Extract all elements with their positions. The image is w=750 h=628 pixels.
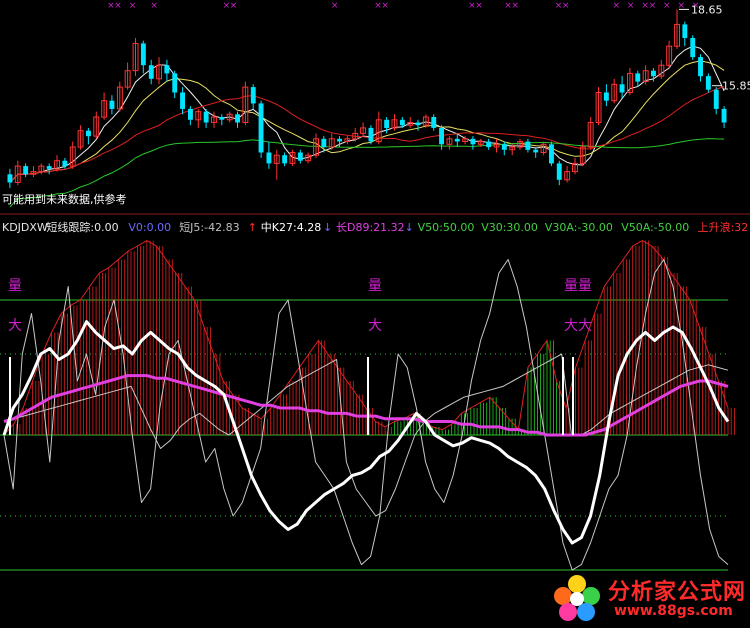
candle-body xyxy=(415,122,421,126)
candle-body xyxy=(603,92,609,101)
candle-body xyxy=(148,65,154,79)
top-signal-mark: × xyxy=(129,1,137,11)
candle-body xyxy=(180,92,185,109)
candle-body xyxy=(713,89,719,109)
top-signal-mark: × xyxy=(475,1,483,11)
candle-body xyxy=(384,119,390,128)
future-data-warning: 可能用到未来数据,供参考 xyxy=(2,192,127,206)
candle[interactable] xyxy=(258,100,264,158)
top-signal-mark: × xyxy=(613,1,621,11)
candle[interactable] xyxy=(368,125,374,145)
candle-body xyxy=(470,138,476,145)
signal-marker: 大 xyxy=(8,318,22,334)
candle-body xyxy=(46,166,52,169)
chart-background xyxy=(0,0,750,628)
candle-body xyxy=(203,111,209,123)
candle-body xyxy=(698,57,703,77)
candle-body xyxy=(635,73,641,82)
legend-short_j: 短J5:-42.83 xyxy=(179,220,239,234)
candle-body xyxy=(250,87,256,104)
candle-body xyxy=(533,149,539,153)
candle-body xyxy=(439,127,444,145)
candle-body xyxy=(164,65,170,74)
top-signal-mark: × xyxy=(381,1,389,11)
top-signal-mark: × xyxy=(114,1,122,11)
candle-body xyxy=(337,138,342,142)
candle-body xyxy=(454,138,460,142)
candle[interactable] xyxy=(549,141,554,167)
candle-body xyxy=(549,144,554,164)
candle-body xyxy=(525,141,531,150)
candle-body xyxy=(23,166,29,175)
candle-body xyxy=(431,117,437,128)
top-signal-mark: × xyxy=(150,1,158,11)
candle-body xyxy=(690,38,696,58)
candle-body xyxy=(235,114,240,123)
right-price-label: 15.85 xyxy=(722,80,750,93)
legend-v50a: V50A:-50.00 xyxy=(621,221,689,234)
candle[interactable] xyxy=(705,73,711,93)
legend-v0: V0:0.00 xyxy=(128,221,171,234)
top-signal-mark: × xyxy=(562,1,570,11)
candle[interactable] xyxy=(690,35,696,60)
signal-marker: 大大 xyxy=(564,318,592,334)
legend-up_wave: 上升浪:32 xyxy=(698,220,749,234)
candle-body xyxy=(172,73,178,93)
candle-body xyxy=(501,144,507,150)
candle-body xyxy=(140,43,146,66)
legend-long_d-arrow: ↓ xyxy=(405,221,414,234)
legend-mid_k: 中K27:4.28 xyxy=(261,221,321,234)
candle-body xyxy=(619,84,625,93)
stock-chart: ×××××××××××××××××××××× 18.65 15.85 可能用到未… xyxy=(0,0,750,628)
candle-body xyxy=(368,127,374,142)
candle-body xyxy=(721,108,727,123)
legend-v30a: V30A:-30.00 xyxy=(545,221,613,234)
candle-body xyxy=(258,103,264,153)
legend-v50: V50:50.00 xyxy=(418,221,475,234)
watermark: 分析家公式网 www.88gs.com xyxy=(548,572,746,624)
indicator-legend: KDJDXW短线跟踪:0.00 V0:0.00 短J5:-42.83 ↑ 中K27:4.… xyxy=(2,220,748,234)
candle-body xyxy=(486,141,492,148)
flower-logo-icon xyxy=(554,575,600,621)
legend-long_d: 长D89:21.32 xyxy=(336,221,405,234)
candle-body xyxy=(651,70,656,77)
candle-body xyxy=(188,108,193,120)
top-signal-mark: × xyxy=(331,1,339,11)
candle-body xyxy=(219,117,225,120)
top-signal-mark: × xyxy=(663,1,671,11)
high-price-label: 18.65 xyxy=(691,3,723,16)
watermark-url: www.88gs.com xyxy=(614,603,733,619)
top-signal-mark: × xyxy=(230,1,238,11)
top-signal-mark: × xyxy=(649,1,657,11)
top-signal-mark: × xyxy=(627,1,635,11)
candle-body xyxy=(297,152,303,161)
legend-mid_k-arrow: ↓ xyxy=(323,221,332,234)
watermark-title: 分析家公式网 xyxy=(608,580,747,605)
candle-body xyxy=(266,152,272,164)
legend-name: KDJDXW xyxy=(2,221,48,234)
candle-body xyxy=(399,119,405,126)
candle-body xyxy=(282,155,288,164)
signal-marker: 量 xyxy=(368,278,382,294)
candle-body xyxy=(682,24,688,38)
signal-marker: 量量 xyxy=(564,278,592,294)
candle-body xyxy=(705,76,711,90)
candle-body xyxy=(7,174,13,183)
top-signal-mark: × xyxy=(511,1,519,11)
candle-body xyxy=(62,160,68,167)
candle-body xyxy=(321,138,327,147)
legend-short_track: 短线跟踪:0.00 xyxy=(46,220,118,234)
candle-body xyxy=(556,163,562,180)
candle-body xyxy=(109,100,115,109)
legend-short_j-arrow: ↑ xyxy=(248,221,257,234)
signal-marker: 量 xyxy=(8,278,22,294)
candle-body xyxy=(86,130,91,137)
legend-v30: V30:30.00 xyxy=(481,221,538,234)
signal-marker: 大 xyxy=(368,318,382,334)
